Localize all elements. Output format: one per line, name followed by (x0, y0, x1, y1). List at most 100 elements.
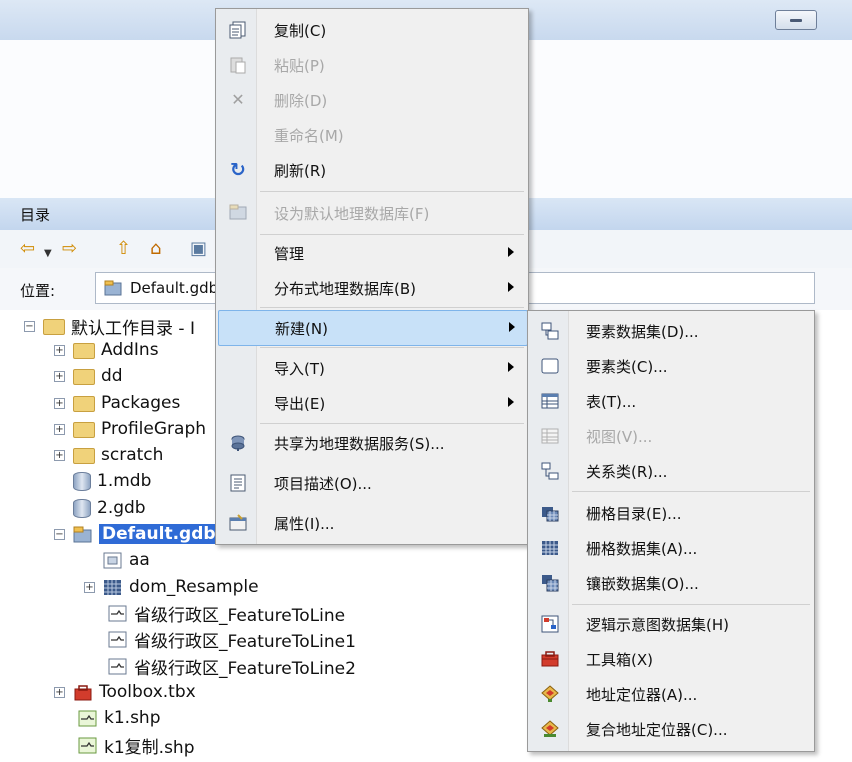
menu-item-item-description[interactable]: 项目描述(O)... (218, 466, 526, 500)
geodatabase-icon (104, 280, 122, 296)
line-feature-class-icon (108, 605, 128, 622)
tree-item[interactable]: + dom_Resample (84, 575, 259, 599)
collapse-icon[interactable]: − (24, 320, 35, 332)
expand-icon[interactable]: + (54, 686, 65, 698)
tree-label: dd (101, 366, 123, 386)
submenu-item-feature-class[interactable]: 要素类(C)... (530, 349, 812, 383)
location-value: Default.gdb (130, 279, 219, 297)
toolbox-icon (73, 684, 93, 701)
menu-item-export[interactable]: 导出(E) (218, 386, 526, 420)
copy-icon (228, 21, 248, 39)
submenu-item-table[interactable]: 表(T)... (530, 384, 812, 418)
submenu-item-feature-dataset[interactable]: 要素数据集(D)... (530, 314, 812, 348)
menu-separator (260, 191, 524, 192)
menu-item-paste[interactable]: 粘贴(P) (218, 48, 526, 82)
raster-dataset-icon (540, 539, 560, 557)
composite-locator-icon (540, 720, 560, 738)
menu-separator (572, 491, 810, 492)
tree-label: scratch (101, 445, 164, 465)
tree-item-selected[interactable]: − Default.gdb (54, 522, 219, 546)
collapse-icon[interactable]: − (54, 528, 65, 540)
tree-item[interactable]: 省级行政区_FeatureToLine1 (108, 627, 356, 652)
submenu-item-composite-locator[interactable]: 复合地址定位器(C)... (530, 712, 812, 746)
submenu-item-raster-dataset[interactable]: 栅格数据集(A)... (530, 531, 812, 565)
minimize-button[interactable] (775, 10, 817, 30)
raster-icon (103, 552, 123, 569)
expand-icon[interactable]: + (54, 370, 65, 382)
tree-item[interactable]: 1.mdb (73, 469, 151, 493)
back-icon[interactable]: ⇦ (20, 240, 35, 258)
raster-dataset-icon (103, 579, 123, 596)
dropdown-icon[interactable]: ▼ (44, 245, 52, 263)
tree-item[interactable]: + AddIns (54, 338, 159, 362)
tree-label: 默认工作目录 - I (71, 318, 195, 339)
view-icon (540, 427, 560, 445)
submenu-item-toolbox[interactable]: 工具箱(X) (530, 642, 812, 676)
menu-item-new[interactable]: 新建(N) (218, 310, 528, 346)
tree-item[interactable]: + dd (54, 364, 123, 388)
tree-item[interactable]: + ProfileGraph (54, 417, 206, 441)
menu-item-distributed-gdb[interactable]: 分布式地理数据库(B) (218, 271, 526, 305)
menu-item-copy[interactable]: 复制(C) (218, 13, 526, 47)
tree-item[interactable]: k1.shp (78, 706, 161, 730)
expand-icon[interactable]: + (54, 449, 65, 461)
forward-icon[interactable]: ⇨ (62, 240, 77, 258)
relationship-class-icon (540, 462, 560, 480)
mosaic-dataset-icon (540, 574, 560, 592)
minimize-icon (790, 19, 802, 22)
tree-label: Packages (101, 393, 181, 413)
folder-icon (73, 396, 95, 412)
tree-label: k1复制.shp (104, 737, 195, 758)
submenu-item-address-locator[interactable]: 地址定位器(A)... (530, 677, 812, 711)
home-icon[interactable]: ⌂ (150, 240, 161, 258)
default-gdb-icon[interactable]: ▣ (190, 240, 207, 258)
database-icon (73, 498, 91, 518)
paste-icon (228, 56, 248, 74)
submenu-item-view[interactable]: 视图(V)... (530, 419, 812, 453)
tree-item[interactable]: k1复制.shp (78, 733, 195, 758)
menu-item-import[interactable]: 导入(T) (218, 351, 526, 385)
tree-item[interactable]: + Packages (54, 391, 180, 415)
line-feature-class-icon (108, 631, 128, 648)
refresh-icon: ↻ (230, 159, 246, 181)
submenu-item-relationship-class[interactable]: 关系类(R)... (530, 454, 812, 488)
folder-icon (73, 343, 95, 359)
menu-separator (260, 347, 524, 348)
submenu-arrow-icon (509, 322, 515, 332)
menu-item-manage[interactable]: 管理 (218, 236, 526, 270)
shapefile-icon (78, 737, 98, 754)
submenu-item-raster-catalog[interactable]: 栅格目录(E)... (530, 496, 812, 530)
tree-item[interactable]: + scratch (54, 443, 163, 467)
tree-item[interactable]: 省级行政区_FeatureToLine2 (108, 654, 356, 679)
tree-item[interactable]: 2.gdb (73, 496, 146, 520)
submenu-item-mosaic-dataset[interactable]: 镶嵌数据集(O)... (530, 566, 812, 600)
schematic-dataset-icon (540, 615, 560, 633)
expand-icon[interactable]: + (54, 344, 65, 356)
tree-root[interactable]: − 默认工作目录 - I (24, 314, 195, 339)
tree-item[interactable]: 省级行政区_FeatureToLine (108, 601, 346, 626)
folder-icon (73, 369, 95, 385)
tree-item[interactable]: aa (103, 548, 150, 572)
new-submenu: 要素数据集(D)... 要素类(C)... 表(T)... 视图(V)... 关… (527, 310, 815, 752)
expand-icon[interactable]: + (54, 397, 65, 409)
menu-item-rename[interactable]: 重命名(M) (218, 118, 526, 152)
menu-item-set-default-gdb[interactable]: 设为默认地理数据库(F) (218, 196, 526, 230)
submenu-item-schematic-dataset[interactable]: 逻辑示意图数据集(H) (530, 607, 812, 641)
menu-item-refresh[interactable]: ↻ 刷新(R) (218, 153, 526, 187)
up-level-icon[interactable]: ⇧ (116, 240, 131, 258)
menu-item-delete[interactable]: ✕ 删除(D) (218, 83, 526, 117)
submenu-arrow-icon (508, 362, 514, 372)
expand-icon[interactable]: + (84, 581, 95, 593)
properties-icon (228, 514, 248, 532)
menu-item-share-as-service[interactable]: 共享为地理数据服务(S)... (218, 426, 526, 460)
tree-label: 省级行政区_FeatureToLine (134, 605, 346, 626)
raster-catalog-icon (540, 504, 560, 522)
menu-item-properties[interactable]: 属性(I)... (218, 506, 526, 540)
tree-label: Default.gdb (99, 524, 219, 544)
shapefile-icon (78, 710, 98, 727)
menu-separator (572, 604, 810, 605)
delete-icon: ✕ (231, 90, 245, 109)
submenu-arrow-icon (508, 397, 514, 407)
tree-item[interactable]: + Toolbox.tbx (54, 680, 196, 704)
expand-icon[interactable]: + (54, 423, 65, 435)
